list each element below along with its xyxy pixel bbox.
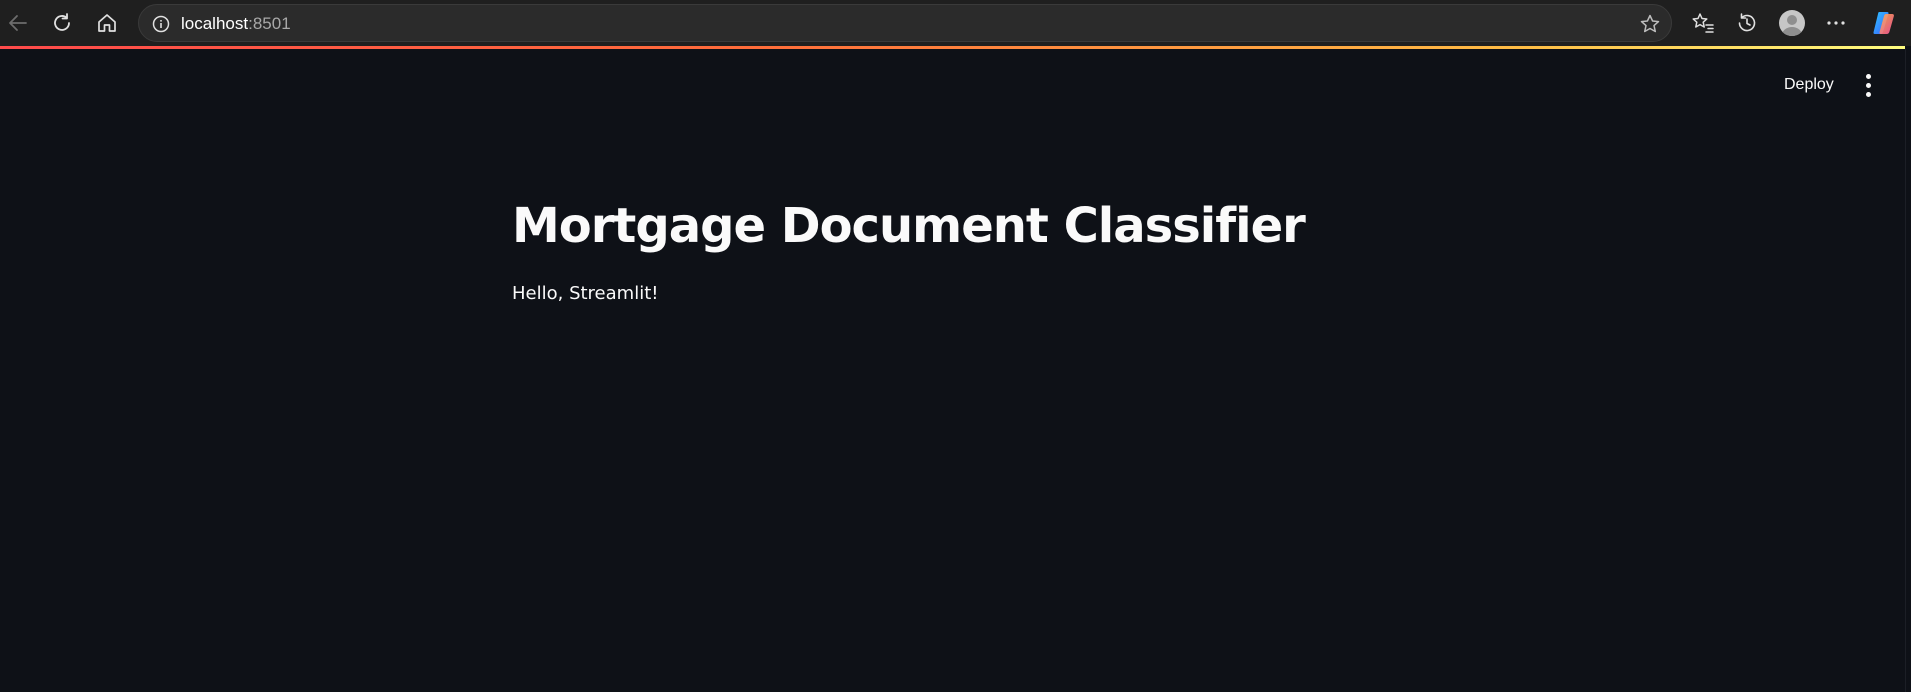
more-button[interactable] xyxy=(1820,7,1852,39)
history-icon xyxy=(1738,13,1756,32)
reload-icon xyxy=(54,13,70,31)
scrollbar-track[interactable] xyxy=(1905,49,1911,692)
kebab-dot xyxy=(1865,73,1871,79)
more-dots-icon xyxy=(1827,21,1845,25)
kebab-dot xyxy=(1865,91,1871,97)
copilot-icon xyxy=(1873,12,1894,34)
main-menu-button[interactable] xyxy=(1856,70,1880,100)
url-port: :8501 xyxy=(248,14,291,33)
deploy-button[interactable]: Deploy xyxy=(1772,68,1846,102)
favorites-icon xyxy=(1692,13,1714,33)
back-button[interactable] xyxy=(2,7,34,39)
info-icon[interactable] xyxy=(151,14,171,34)
reload-button[interactable] xyxy=(46,7,78,39)
url-host: localhost xyxy=(181,14,249,33)
profile-avatar xyxy=(1779,10,1805,36)
arrow-left-icon xyxy=(9,15,27,31)
app-view xyxy=(0,49,1911,692)
profile-button[interactable] xyxy=(1776,7,1808,39)
url-text[interactable]: localhost:8501 xyxy=(181,14,291,34)
home-icon xyxy=(98,14,116,32)
browser-toolbar: localhost:8501 xyxy=(0,0,1911,46)
history-button[interactable] xyxy=(1731,7,1763,39)
favorites-button[interactable] xyxy=(1687,7,1719,39)
page-title: Mortgage Document Classifier xyxy=(512,198,1306,254)
copilot-button[interactable] xyxy=(1868,7,1900,39)
star-icon[interactable] xyxy=(1639,13,1661,35)
address-bar[interactable]: localhost:8501 xyxy=(138,4,1672,42)
home-button[interactable] xyxy=(91,7,123,39)
kebab-dot xyxy=(1865,82,1871,88)
body-text: Hello, Streamlit! xyxy=(512,283,659,304)
